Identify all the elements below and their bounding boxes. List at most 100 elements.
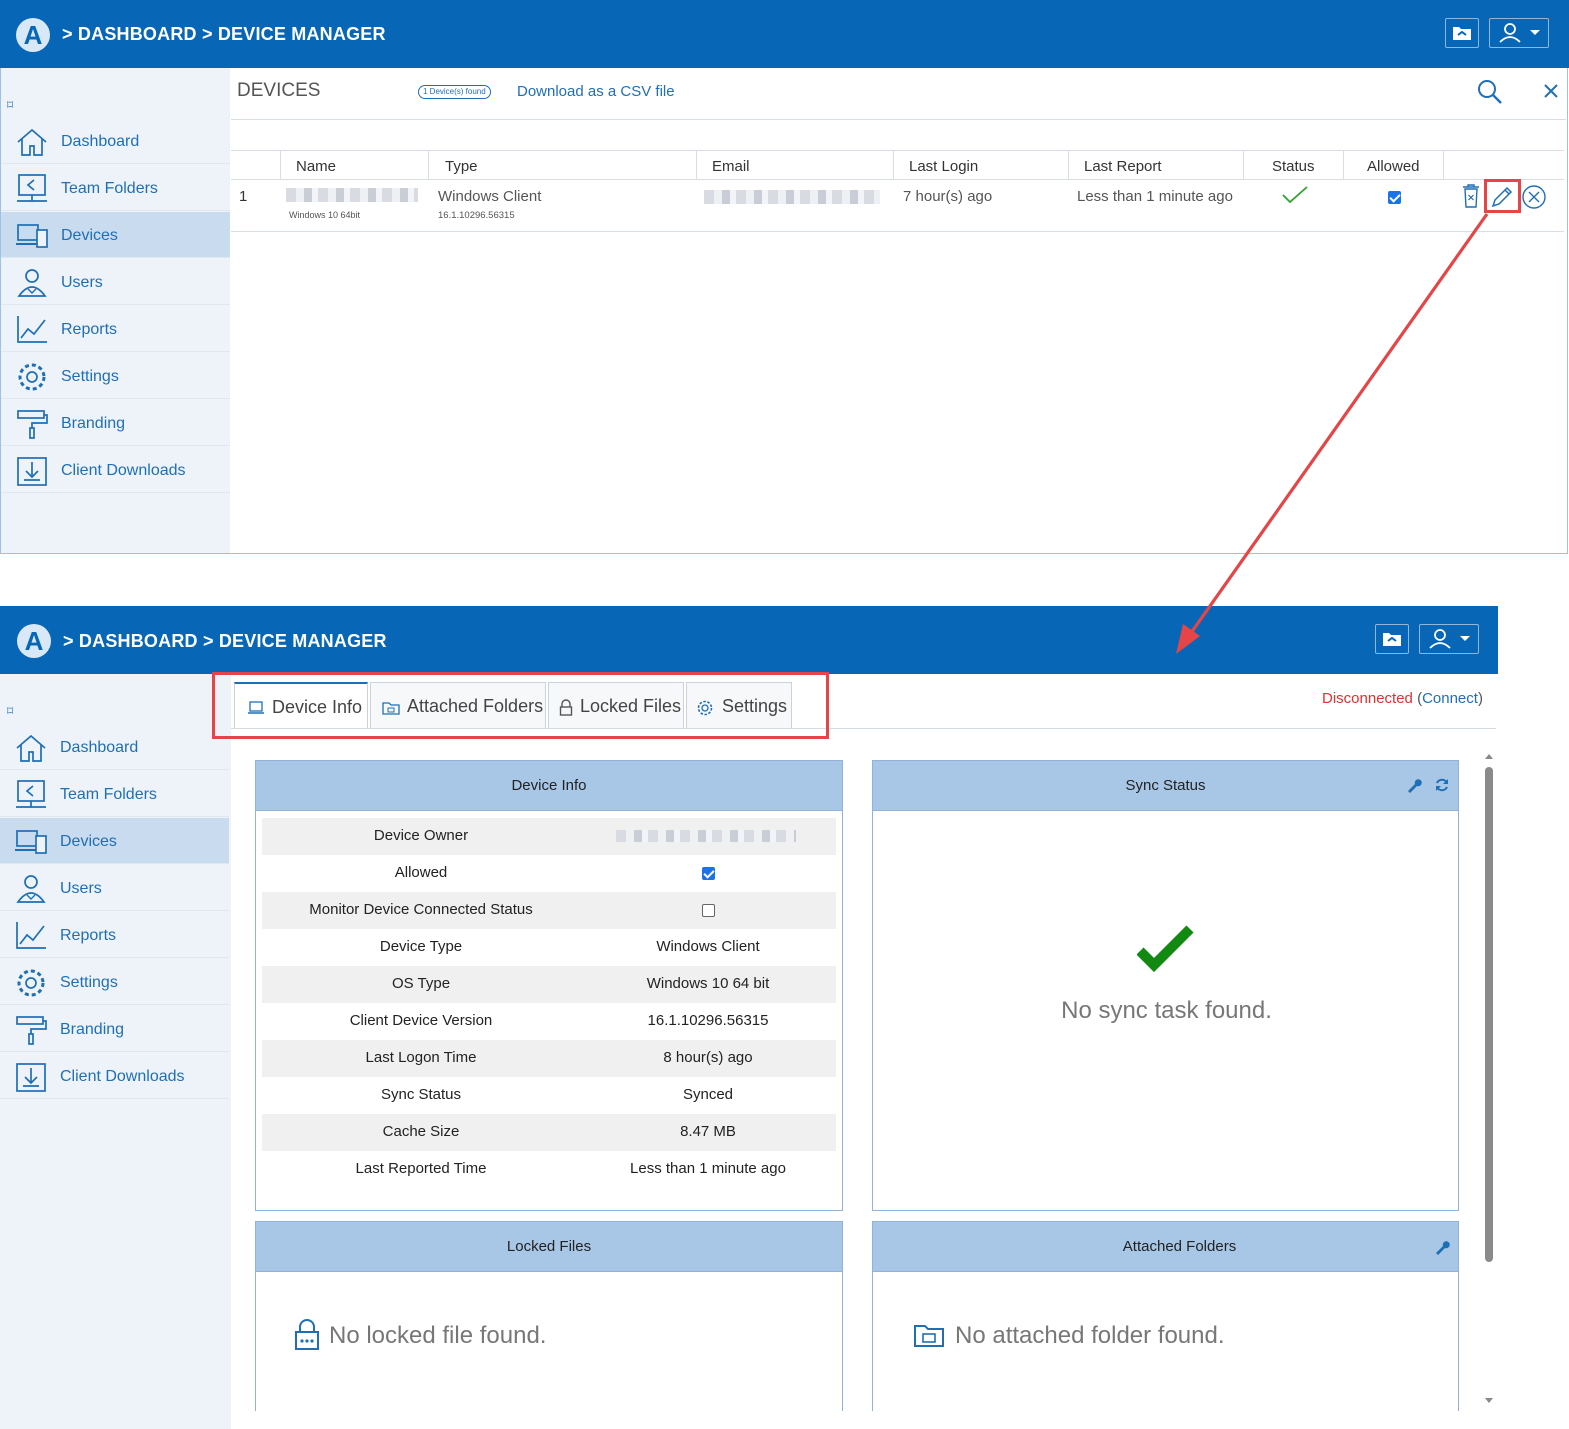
device-info-key: Last Reported Time — [355, 1160, 487, 1177]
scroll-up-arrow[interactable] — [1485, 754, 1493, 759]
sidebar-item-dashboard[interactable]: Dashboard — [1, 118, 230, 164]
device-info-key: Last Logon Time — [365, 1049, 477, 1066]
sidebar-item-label: Team Folders — [60, 786, 157, 803]
bottom-header-bar: A > DASHBOARD > DEVICE MANAGER — [0, 606, 1498, 674]
sidebar-collapse-icon[interactable]: ⌑ — [7, 704, 13, 718]
sidebar-item-client-downloads[interactable]: Client Downloads — [1, 447, 230, 493]
close-icon[interactable] — [1542, 82, 1560, 100]
sidebar-item-branding[interactable]: Branding — [1, 400, 230, 446]
allowed-checkbox[interactable] — [1388, 189, 1401, 207]
sidebar-item-settings[interactable]: Settings — [0, 959, 229, 1005]
device-info-row: Cache Size 8.47 MB — [262, 1114, 836, 1151]
column-status[interactable]: Status — [1272, 158, 1315, 175]
file-manager-button[interactable] — [1375, 624, 1409, 654]
wrench-icon[interactable] — [1434, 1239, 1450, 1255]
device-info-panel-title: Device Info — [256, 761, 842, 811]
top-sidebar: ⌑ Dashboard Team Folders Devices Users Repor… — [0, 68, 230, 554]
sidebar-item-users[interactable]: Users — [1, 259, 230, 305]
download-icon — [17, 457, 47, 486]
column-last-report[interactable]: Last Report — [1084, 158, 1162, 175]
sidebar-item-reports[interactable]: Reports — [1, 306, 230, 352]
sidebar-item-client-downloads[interactable]: Client Downloads — [0, 1053, 229, 1099]
sidebar-item-team-folders[interactable]: Team Folders — [1, 165, 230, 211]
device-info-value: Windows Client — [656, 938, 760, 955]
scroll-down-arrow[interactable] — [1485, 1398, 1493, 1403]
breadcrumb: > DASHBOARD > DEVICE MANAGER — [62, 24, 386, 44]
user-menu-button[interactable] — [1489, 18, 1549, 48]
device-info-key: Device Owner — [373, 827, 469, 844]
bottom-sidebar: ⌑ Dashboard Team Folders Devices Users Repor… — [0, 674, 231, 1429]
column-email[interactable]: Email — [712, 158, 750, 175]
sidebar-item-team-folders[interactable]: Team Folders — [0, 771, 229, 817]
users-icon — [16, 875, 46, 903]
sidebar-collapse-icon[interactable]: ⌑ — [7, 98, 13, 112]
gear-icon — [18, 363, 46, 391]
app-logo[interactable]: A — [16, 18, 50, 52]
attached-folders-panel-title: Attached Folders — [873, 1222, 1458, 1272]
content-scrollbar[interactable] — [1482, 752, 1496, 1407]
breadcrumb: > DASHBOARD > DEVICE MANAGER — [63, 631, 387, 651]
locked-files-panel: Locked Files No locked file found. — [255, 1221, 843, 1411]
table-row[interactable] — [231, 181, 1564, 232]
device-info-key: Cache Size — [382, 1123, 460, 1140]
sidebar-item-users[interactable]: Users — [0, 865, 229, 911]
devices-found-badge: 1 Device(s) found — [418, 85, 491, 99]
sidebar-item-dashboard[interactable]: Dashboard — [0, 724, 229, 770]
refresh-icon[interactable] — [1434, 777, 1450, 793]
users-icon — [17, 269, 47, 297]
monitor-connected-checkbox[interactable] — [580, 901, 836, 918]
device-info-row: Device Owner — [262, 818, 836, 855]
sync-status-panel: Sync Status No sync task found. — [872, 760, 1459, 1211]
block-device-icon[interactable] — [1521, 184, 1547, 210]
scrollbar-thumb[interactable] — [1485, 767, 1493, 1262]
sidebar-item-devices[interactable]: Devices — [0, 818, 229, 864]
top-header-bar: A > DASHBOARD > DEVICE MANAGER — [0, 0, 1569, 68]
device-info-value: 16.1.10296.56315 — [647, 1012, 769, 1029]
app-logo[interactable]: A — [17, 624, 51, 658]
sync-status-panel-title: Sync Status — [873, 761, 1458, 811]
sidebar-item-label: Devices — [61, 227, 118, 244]
delete-icon[interactable] — [1461, 183, 1481, 209]
toolbar-divider — [231, 119, 1566, 120]
devices-icon — [15, 830, 47, 854]
column-last-login[interactable]: Last Login — [909, 158, 978, 175]
paint-roller-icon — [17, 410, 48, 439]
download-csv-link[interactable]: Download as a CSV file — [517, 83, 675, 100]
sidebar-item-settings[interactable]: Settings — [1, 353, 230, 399]
sidebar-item-label: Users — [60, 880, 102, 897]
sidebar-item-label: Branding — [61, 415, 126, 432]
breadcrumb-dashboard[interactable]: DASHBOARD — [79, 631, 198, 651]
sidebar-item-reports[interactable]: Reports — [0, 912, 229, 958]
device-info-value: Less than 1 minute ago — [630, 1160, 786, 1177]
column-type[interactable]: Type — [445, 158, 478, 175]
team-folders-icon — [16, 780, 46, 808]
attached-folders-empty-message: No attached folder found. — [955, 1322, 1225, 1349]
file-manager-button[interactable] — [1445, 18, 1479, 48]
breadcrumb-device-manager[interactable]: DEVICE MANAGER — [218, 24, 386, 44]
connect-link[interactable]: Connect — [1422, 690, 1478, 707]
edit-highlight-box — [1484, 179, 1521, 213]
column-allowed[interactable]: Allowed — [1367, 158, 1420, 175]
sidebar-item-label: Dashboard — [61, 133, 140, 150]
sidebar-bottom-border — [0, 553, 231, 554]
breadcrumb-dashboard[interactable]: DASHBOARD — [78, 24, 197, 44]
search-icon[interactable] — [1476, 78, 1504, 106]
user-menu-button[interactable] — [1419, 624, 1479, 654]
download-icon — [16, 1063, 46, 1092]
sidebar-item-devices[interactable]: Devices — [1, 212, 230, 258]
device-info-value: 8 hour(s) ago — [663, 1049, 753, 1066]
sync-empty-message: No sync task found. — [1061, 997, 1272, 1024]
wrench-icon[interactable] — [1406, 777, 1422, 793]
folder-icon — [1453, 27, 1471, 40]
breadcrumb-device-manager[interactable]: DEVICE MANAGER — [219, 631, 387, 651]
column-name[interactable]: Name — [296, 158, 336, 175]
team-folders-icon — [17, 174, 47, 202]
sidebar-item-branding[interactable]: Branding — [0, 1006, 229, 1052]
locked-files-empty-message: No locked file found. — [329, 1322, 547, 1349]
allowed-checkbox[interactable] — [580, 864, 836, 881]
device-info-key: Monitor Device Connected Status — [309, 901, 533, 918]
table-header-row — [231, 150, 1564, 180]
sidebar-item-label: Reports — [61, 321, 118, 338]
device-info-row: Sync Status Synced — [262, 1077, 836, 1114]
device-version-sub: 16.1.10296.56315 — [438, 210, 515, 221]
